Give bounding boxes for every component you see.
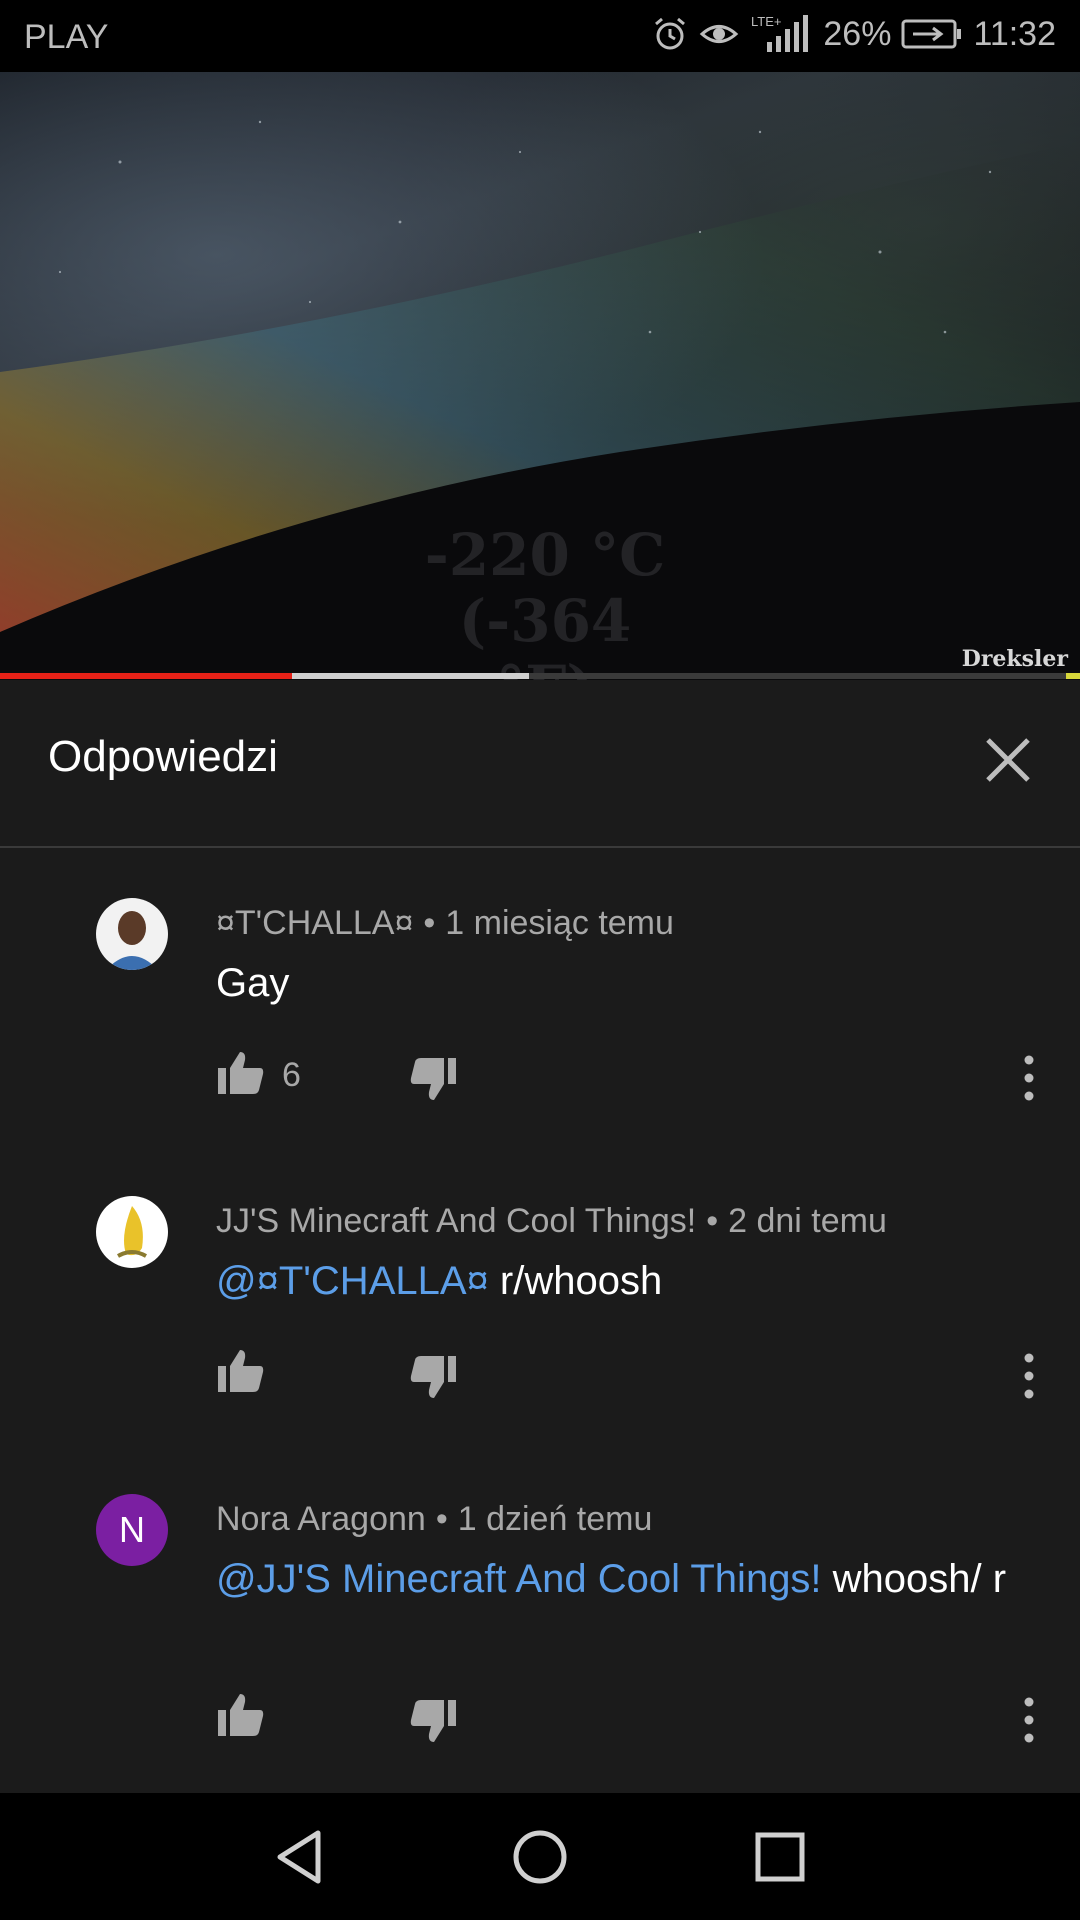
comment-mention[interactable]: @¤T'CHALLA¤ [216, 1259, 489, 1303]
video-player[interactable]: -220 °C (-364 °F) Dreksler [0, 72, 1080, 680]
comment-actions: 6 [216, 1048, 1056, 1108]
status-icons: LTE+ 26% 11:32 [651, 12, 1056, 56]
comment-text: Gay [216, 958, 1036, 1008]
battery-charging-icon [901, 19, 962, 49]
system-nav-bar [0, 1793, 1080, 1920]
comment-meta: ¤T'CHALLA¤ • 1 miesiąc temu [216, 904, 674, 942]
comment-text: @¤T'CHALLA¤ r/whoosh [216, 1256, 1036, 1306]
back-icon[interactable] [268, 1825, 332, 1889]
home-icon[interactable] [508, 1825, 572, 1889]
comment-mention[interactable]: @JJ'S Minecraft And Cool Things! [216, 1557, 822, 1601]
video-progress-bar[interactable] [0, 673, 1080, 679]
video-watermark: Dreksler [961, 646, 1068, 672]
progress-end-marker [1066, 673, 1080, 679]
header-divider [0, 846, 1080, 848]
more-options-icon[interactable] [1016, 1048, 1042, 1108]
thumbs-down-icon[interactable] [408, 1696, 458, 1746]
comment-text: @JJ'S Minecraft And Cool Things! whoosh/… [216, 1554, 1036, 1604]
lte-signal-icon: LTE+ [751, 14, 809, 52]
like-count: 6 [282, 1056, 301, 1094]
comment-meta: Nora Aragonn • 1 dzień temu [216, 1500, 653, 1538]
temperature-celsius: -220 °C [424, 521, 666, 589]
close-icon[interactable] [980, 732, 1036, 788]
thumbs-up-icon[interactable] [216, 1048, 266, 1098]
comment-time: 2 dni temu [728, 1202, 887, 1240]
thumbs-down-icon[interactable] [408, 1352, 458, 1402]
more-options-icon[interactable] [1016, 1690, 1042, 1750]
comment-author[interactable]: Nora Aragonn [216, 1500, 426, 1538]
comment-body: Gay [216, 961, 290, 1005]
comment-body: whoosh/ r [821, 1557, 1007, 1601]
svg-text:LTE+: LTE+ [751, 14, 781, 29]
thumbs-up-icon[interactable] [216, 1690, 266, 1740]
replies-header: Odpowiedzi [0, 680, 1080, 835]
more-options-icon[interactable] [1016, 1346, 1042, 1406]
carrier-label: PLAY [24, 18, 109, 56]
played-bar [0, 673, 292, 679]
battery-percent: 26% [823, 14, 892, 53]
clock: 11:32 [973, 14, 1056, 53]
alarm-icon [655, 17, 686, 50]
banana-avatar[interactable] [96, 1196, 168, 1268]
comment-body: r/whoosh [488, 1259, 663, 1303]
comment-actions [216, 1346, 1056, 1406]
recents-icon[interactable] [748, 1825, 812, 1889]
temperature-overlay: -220 °C (-364 °F) [400, 522, 690, 680]
thumbs-down-icon[interactable] [408, 1054, 458, 1104]
comment-author[interactable]: ¤T'CHALLA¤ [216, 904, 413, 942]
replies-title: Odpowiedzi [48, 732, 278, 781]
status-bar: PLAY LTE+ 26% 11:32 [0, 0, 1080, 72]
avatar-letter: N [119, 1509, 145, 1550]
comment-actions [216, 1690, 1056, 1750]
thumbs-up-icon[interactable] [216, 1346, 266, 1396]
comment-author[interactable]: JJ'S Minecraft And Cool Things! [216, 1202, 696, 1240]
comment-time: 1 miesiąc temu [445, 904, 674, 942]
comment-time: 1 dzień temu [457, 1500, 653, 1538]
comment-meta: JJ'S Minecraft And Cool Things! • 2 dni te… [216, 1202, 887, 1240]
photo-avatar[interactable] [96, 898, 168, 970]
letter-avatar[interactable]: N [96, 1494, 168, 1566]
eye-icon [700, 25, 739, 43]
temperature-fahrenheit: (-364 °F) [458, 587, 632, 680]
